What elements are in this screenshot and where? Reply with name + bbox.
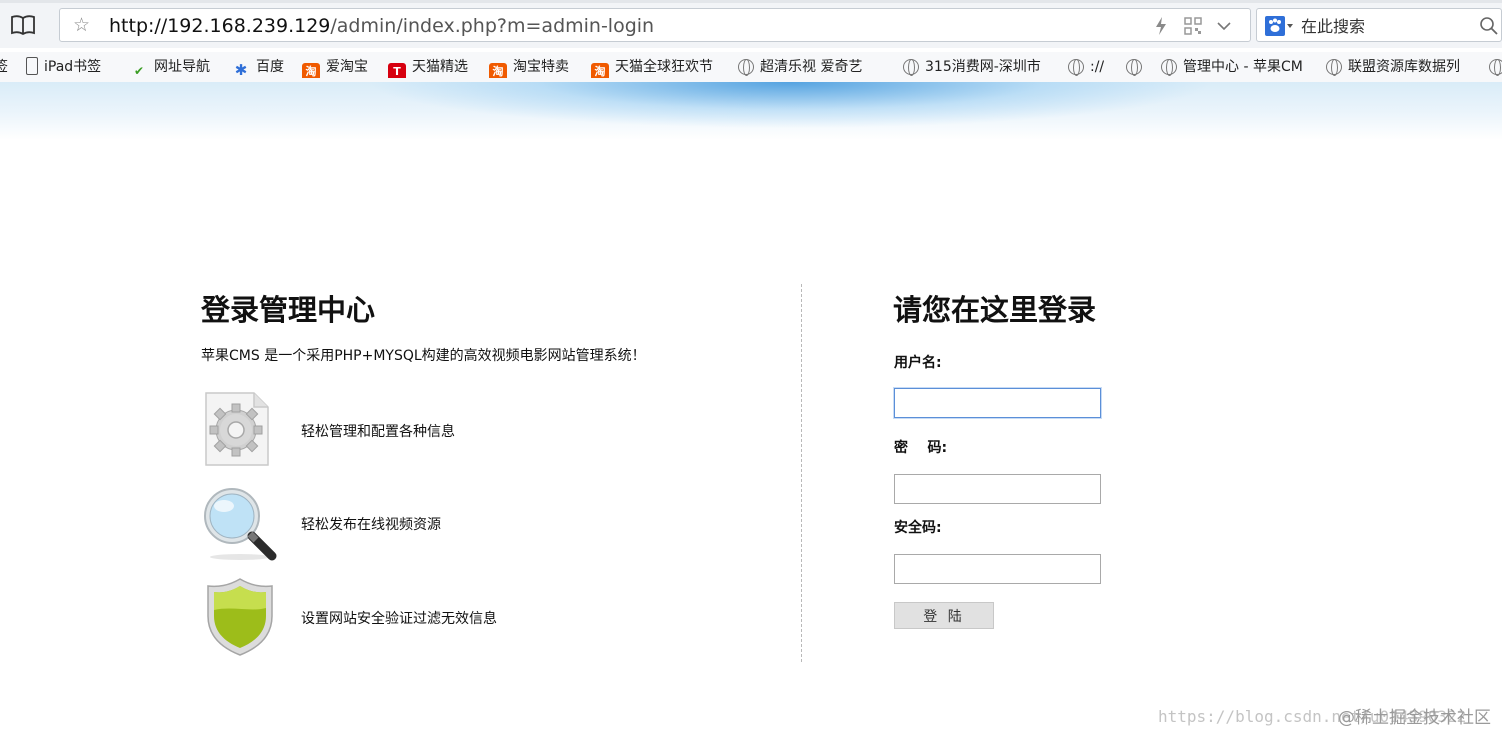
bookmark-item[interactable]: :// [1068,56,1104,78]
bookmark-item[interactable]: 315消费网-深圳市 [903,56,1053,78]
taobao-icon: 淘 [591,63,609,78]
shield-icon [207,578,273,656]
globe-icon [1489,59,1502,76]
bookmark-item[interactable]: 管理中心 - 苹果CM [1161,56,1309,78]
password-input[interactable] [894,474,1101,504]
globe-icon [903,59,919,76]
feature-text: 轻松管理和配置各种信息 [301,424,455,440]
login-title: 请您在这里登录 [893,293,1097,327]
bookmark-item[interactable]: T 天猫精选 [388,56,468,78]
captcha-input[interactable] [894,554,1101,584]
globe-icon [738,59,754,76]
captcha-label: 安全码: [894,520,942,536]
bookmark-label: iPad书签 [44,59,102,75]
url-path: /admin/index.php?m=admin-login [330,15,655,37]
bookmark-label: 爱淘宝 [326,59,368,75]
url-text[interactable]: http://192.168.239.129/admin/index.php?m… [109,15,654,37]
bookmarks-bar: 签 iPad书签 ✔ 网址导航 ✱ 百度 淘爱淘宝 T 天猫精选 淘淘宝特卖 淘天猫全… [0,52,1502,82]
taobao-icon: 淘 [302,63,320,78]
baidu-paw-icon[interactable] [1265,16,1293,36]
bookmark-item[interactable]: ✱ 百度 [232,56,284,78]
globe-icon [1126,59,1142,76]
lightning-icon[interactable] [1154,16,1168,36]
globe-icon [1068,59,1084,76]
ipad-icon [26,57,38,75]
username-input[interactable] [894,388,1101,418]
bookmark-label: 百度 [256,59,284,75]
bookmark-label: 联盟资源库数据列 [1348,59,1460,75]
url-host: http://192.168.239.129 [109,15,331,37]
globe-icon [1326,59,1342,76]
bookmark-label: 管理中心 - 苹果CM [1183,59,1303,75]
bookmark-label: 签 [0,59,8,75]
bookmark-item[interactable]: 联盟资源库数据列 [1326,56,1472,78]
bookmark-item[interactable] [1126,56,1148,78]
taobao-icon: 淘 [489,63,507,78]
globe-icon [1161,59,1177,76]
bookmark-label: 淘宝特卖 [513,59,569,75]
bookmark-item[interactable]: 超清乐视 爱奇艺 [738,56,888,78]
bookmark-item[interactable] [1489,56,1502,78]
hao123-icon: ✔ [133,64,145,78]
search-input[interactable] [1301,14,1461,38]
bookmark-item[interactable]: 淘天猫全球狂欢节 [591,56,713,78]
system-description: 苹果CMS 是一个采用PHP+MYSQL构建的高效视频电影网站管理系统！ [201,348,646,364]
search-box[interactable] [1256,8,1502,42]
bookmark-label: 超清乐视 爱奇艺 [760,59,863,75]
bookmark-item[interactable]: 淘爱淘宝 [302,56,368,78]
chevron-down-icon[interactable] [1216,16,1232,36]
reader-mode-icon[interactable] [10,13,36,37]
username-label: 用户名: [894,355,942,371]
baidu-paw-icon: ✱ [234,61,248,78]
address-bar[interactable]: ☆ http://192.168.239.129/admin/index.php… [59,8,1251,42]
bookmark-item[interactable]: 签 [0,56,8,78]
header-banner [0,82,1502,140]
feature-text: 轻松发布在线视频资源 [301,517,441,533]
toolbar-top-line [0,0,1502,3]
bookmark-label: 315消费网-深圳市 [925,59,1041,75]
page-title: 登录管理中心 [201,293,376,327]
watermark-community: @稀土掘金技术社区 [1338,708,1491,728]
browser-toolbar: ☆ http://192.168.239.129/admin/index.php… [0,0,1502,48]
bookmark-label: 天猫全球狂欢节 [615,59,713,75]
bookmark-label: 网址导航 [154,59,210,75]
search-icon[interactable] [1479,16,1499,36]
feature-text: 设置网站安全验证过滤无效信息 [301,611,497,627]
login-button[interactable]: 登 陆 [894,602,994,629]
bookmark-item[interactable]: ✔ 网址导航 [130,56,210,78]
qr-code-icon[interactable] [1184,16,1202,36]
vertical-divider [801,284,802,662]
bookmark-item[interactable]: 淘淘宝特卖 [489,56,569,78]
password-label: 密 码: [894,440,948,456]
bookmark-label: 天猫精选 [412,59,468,75]
bookmark-label: :// [1090,59,1105,75]
bookmark-item[interactable]: iPad书签 [26,56,101,78]
gear-document-icon [205,392,269,466]
bookmark-star-icon[interactable]: ☆ [73,14,90,36]
tmall-icon: T [388,63,406,78]
magnifier-icon [204,488,277,561]
